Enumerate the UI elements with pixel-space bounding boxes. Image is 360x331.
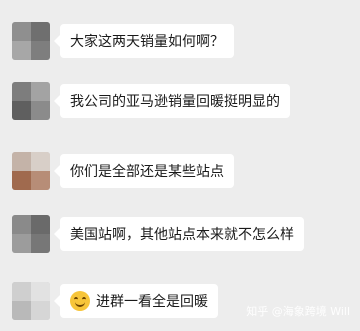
message-text: 我公司的亚马逊销量回暖挺明显的 [70, 94, 280, 110]
message-bubble[interactable]: 美国站啊，其他站点本来就不怎么样 [54, 217, 304, 251]
message-bubble[interactable]: 大家这两天销量如何啊？ [54, 24, 234, 58]
message-bubble[interactable]: 你们是全部还是某些站点 [54, 154, 234, 188]
message-bubble[interactable]: 我公司的亚马逊销量回暖挺明显的 [54, 84, 290, 118]
blurred-avatar[interactable] [12, 215, 50, 253]
chat-message: 我公司的亚马逊销量回暖挺明显的 [0, 82, 360, 122]
grin-sweat-emoji-icon [70, 291, 90, 311]
message-text: 美国站啊，其他站点本来就不怎么样 [70, 227, 294, 243]
blurred-avatar[interactable] [12, 82, 50, 120]
chat-message: 美国站啊，其他站点本来就不怎么样 [0, 215, 360, 255]
message-text: 进群一看全是回暖 [96, 294, 208, 310]
message-bubble[interactable]: 进群一看全是回暖 [54, 284, 218, 318]
watermark: 知乎 @海象跨境 Will [246, 305, 350, 318]
chat-message: 你们是全部还是某些站点 [0, 152, 360, 192]
blurred-avatar[interactable] [12, 282, 50, 320]
blurred-avatar[interactable] [12, 22, 50, 60]
chat-message-list: 大家这两天销量如何啊？ 我公司的亚马逊销量回暖挺明显的 你们是全部还是某些站点 [0, 0, 360, 331]
chat-message: 大家这两天销量如何啊？ [0, 22, 360, 62]
message-text: 大家这两天销量如何啊？ [70, 34, 224, 50]
blurred-avatar[interactable] [12, 152, 50, 190]
message-text: 你们是全部还是某些站点 [70, 164, 224, 180]
